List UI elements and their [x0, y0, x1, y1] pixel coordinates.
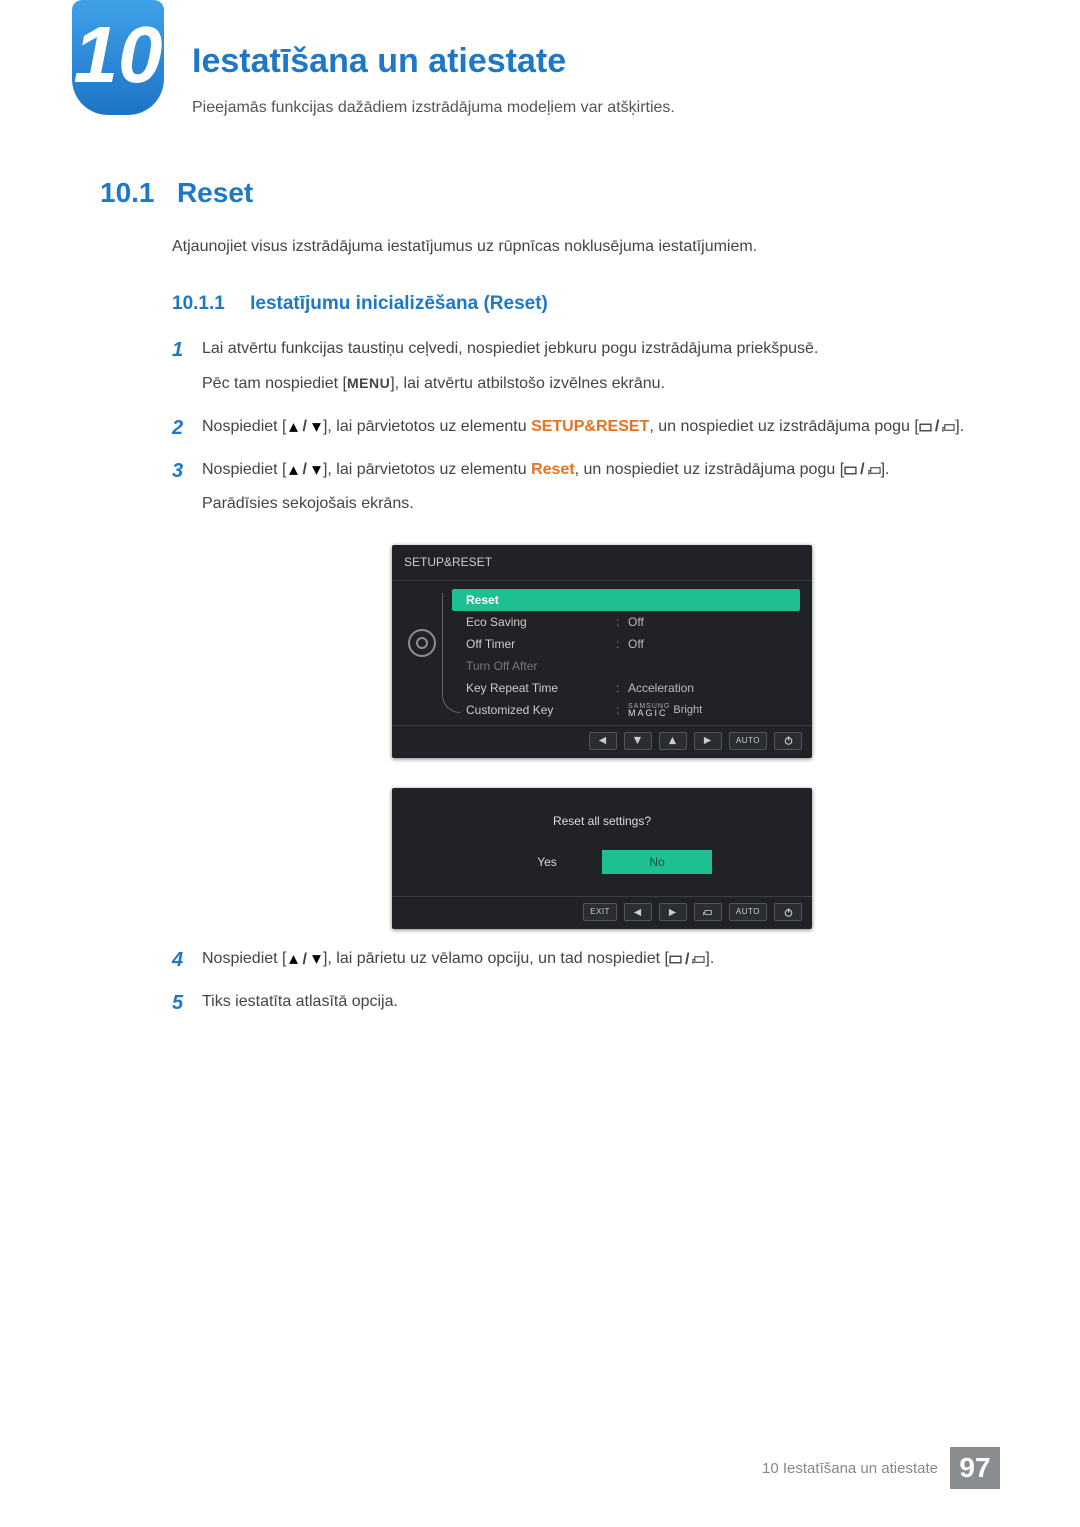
page-footer: 10 Iestatīšana un atiestate 97 — [762, 1447, 1000, 1489]
enter-icon — [692, 954, 705, 965]
select-keys: / — [844, 458, 880, 483]
section-heading: 10.1 Reset — [100, 177, 1000, 209]
up-triangle-icon — [287, 954, 300, 965]
setup-reset-label: SETUP&RESET — [531, 418, 649, 435]
step-3: Nospiediet [/], lai pārvietotos uz eleme… — [172, 458, 1000, 930]
osd-row-turn-off-after: Turn Off After — [452, 655, 800, 677]
up-down-keys: / — [287, 415, 323, 440]
osd-row-eco-saving[interactable]: Eco Saving:Off — [452, 611, 800, 633]
osd-menu: SETUP&RESET Reset Eco — [392, 545, 812, 758]
section-number: 10.1 — [100, 177, 155, 209]
chapter-number: 10 — [74, 15, 163, 95]
osd-row-reset[interactable]: Reset — [452, 589, 800, 611]
enter-icon — [868, 465, 881, 476]
down-triangle-icon — [310, 422, 323, 433]
confirm-question: Reset all settings? — [392, 812, 812, 831]
footer-page-number: 97 — [950, 1447, 1000, 1489]
gear-icon — [408, 629, 436, 657]
osd-nav-right[interactable] — [694, 732, 722, 750]
osd-confirm-dialog: Reset all settings? Yes No EXIT AUTO — [392, 788, 812, 930]
footer-chapter-text: 10 Iestatīšana un atiestate — [762, 1460, 938, 1477]
subsection-title: Iestatījumu inicializēšana (Reset) — [250, 293, 548, 314]
select-keys: / — [669, 948, 705, 973]
confirm-nav-right[interactable] — [659, 903, 687, 921]
osd-footer: AUTO — [392, 725, 812, 758]
confirm-no[interactable]: No — [602, 850, 712, 874]
osd-title: SETUP&RESET — [392, 545, 812, 581]
osd-menu-list: Reset Eco Saving:Off Off Timer:Off Turn … — [452, 589, 812, 721]
osd-row-off-timer[interactable]: Off Timer:Off — [452, 633, 800, 655]
osd-auto-button[interactable]: AUTO — [729, 732, 767, 750]
steps-list: Lai atvērtu funkcijas taustiņu ceļvedi, … — [172, 337, 1000, 1015]
subsection-heading: 10.1.1 Iestatījumu inicializēšana (Reset… — [172, 293, 1000, 315]
osd-row-customized-key[interactable]: Customized Key: SAMSUNGMAGICBright — [452, 699, 800, 721]
confirm-auto-button[interactable]: AUTO — [729, 903, 767, 921]
rect-icon — [844, 465, 857, 476]
enter-icon — [942, 422, 955, 433]
osd-nav-up[interactable] — [659, 732, 687, 750]
confirm-exit-button[interactable]: EXIT — [583, 903, 617, 921]
up-triangle-icon — [287, 465, 300, 476]
chapter-title: Iestatīšana un atiestate — [192, 22, 1000, 81]
step-5: Tiks iestatīta atlasītā opcija. — [172, 990, 1000, 1015]
up-down-keys: / — [287, 948, 323, 973]
step-1-extra: Pēc tam nospiediet [MENU], lai atvērtu a… — [202, 372, 1000, 397]
down-triangle-icon — [310, 954, 323, 965]
up-down-keys: / — [287, 458, 323, 483]
confirm-enter[interactable] — [694, 903, 722, 921]
step-3-extra: Parādīsies sekojošais ekrāns. — [202, 492, 1000, 517]
osd-row-key-repeat[interactable]: Key Repeat Time:Acceleration — [452, 677, 800, 699]
osd-nav-left[interactable] — [589, 732, 617, 750]
osd-power-button[interactable] — [774, 732, 802, 750]
chapter-header: 10 Iestatīšana un atiestate Pieejamās fu… — [100, 22, 1000, 117]
step-1-text: Lai atvērtu funkcijas taustiņu ceļvedi, … — [202, 340, 818, 357]
step-1: Lai atvērtu funkcijas taustiņu ceļvedi, … — [172, 337, 1000, 397]
step-4: Nospiediet [/], lai pārietu uz vēlamo op… — [172, 947, 1000, 972]
chapter-subtitle: Pieejamās funkcijas dažādiem izstrādājum… — [192, 99, 1000, 117]
confirm-yes[interactable]: Yes — [492, 850, 602, 874]
subsection-number: 10.1.1 — [172, 293, 225, 314]
select-keys: / — [919, 415, 955, 440]
magic-bright-value: SAMSUNGMAGICBright — [628, 701, 702, 720]
section-description: Atjaunojiet visus izstrādājuma iestatīju… — [172, 235, 1000, 259]
up-triangle-icon — [287, 422, 300, 433]
confirm-footer: EXIT AUTO — [392, 896, 812, 929]
confirm-nav-left[interactable] — [624, 903, 652, 921]
section-title: Reset — [177, 177, 253, 209]
rect-icon — [669, 954, 682, 965]
confirm-power-button[interactable] — [774, 903, 802, 921]
reset-label: Reset — [531, 461, 575, 478]
chapter-number-badge: 10 — [72, 0, 164, 115]
down-triangle-icon — [310, 465, 323, 476]
rect-icon — [919, 422, 932, 433]
osd-nav-down[interactable] — [624, 732, 652, 750]
step-2: Nospiediet [/], lai pārvietotos uz eleme… — [172, 415, 1000, 440]
osd-screenshot-group: SETUP&RESET Reset Eco — [392, 545, 812, 929]
menu-key-label: MENU — [347, 375, 390, 391]
